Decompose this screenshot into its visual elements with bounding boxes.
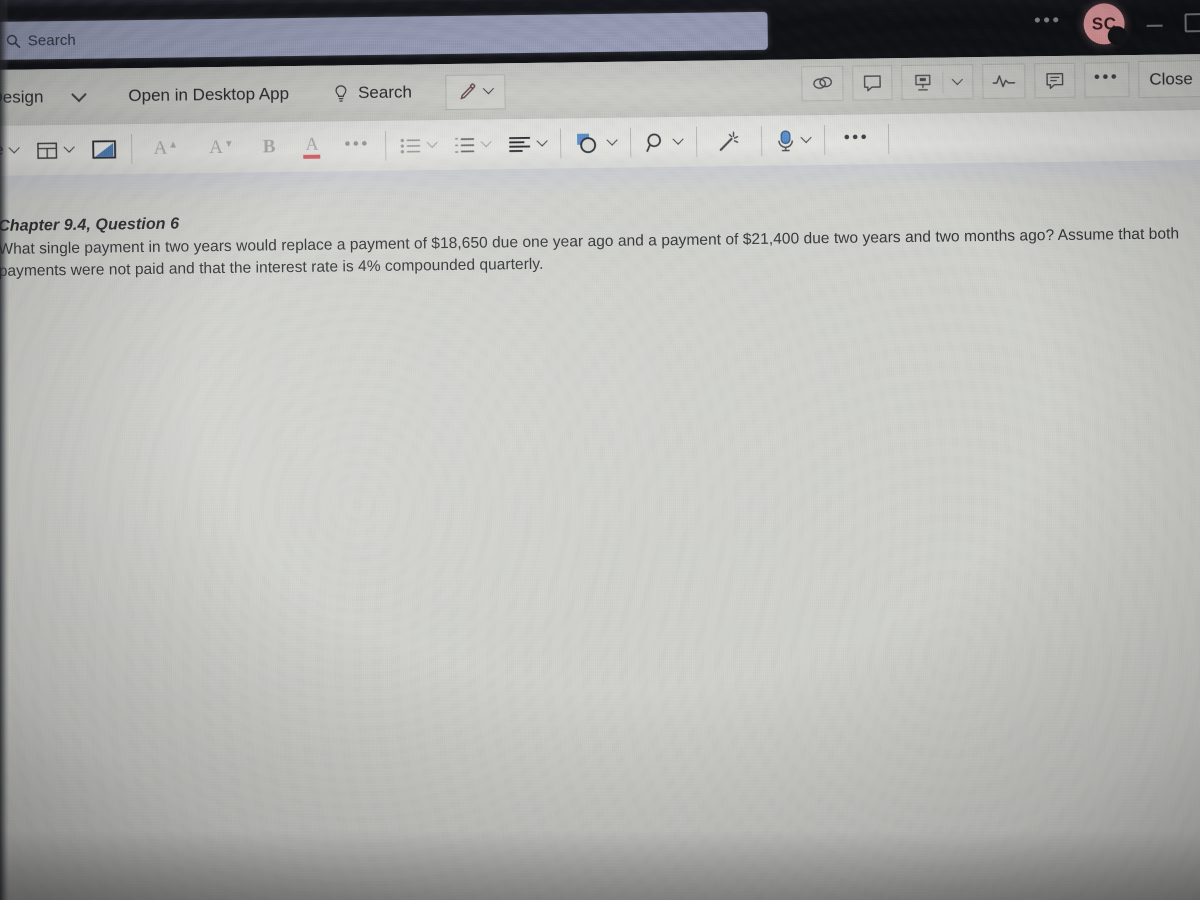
close-button[interactable]: Close [1138,59,1200,98]
feedback-icon[interactable] [1033,62,1076,99]
microphone-icon [777,129,793,151]
divider [131,134,133,165]
maximize-icon[interactable] [1184,13,1200,33]
bulleted-list-icon [400,138,420,153]
slide-canvas[interactable]: Chapter 9.4, Question 6 What single paym… [0,159,1200,900]
open-in-desktop-app-button[interactable]: Open in Desktop App [120,80,297,110]
font-more-button[interactable]: ••• [334,126,380,167]
tab-design[interactable]: Design [0,86,99,109]
header-overflow-icon[interactable]: ••• [1034,10,1062,38]
chevron-down-icon[interactable] [672,133,684,145]
search-input[interactable]: Search [0,11,768,60]
ribbon-right-tools: ••• Close [800,59,1200,102]
slide-textbox[interactable]: Chapter 9.4, Question 6 What single paym… [0,202,1200,283]
bullets-button[interactable] [391,125,446,166]
header-sheen [0,0,1200,9]
divider [760,125,763,156]
font-color-glyph: A [305,133,319,154]
slide-menu-label: ide [0,141,4,160]
chevron-down-icon[interactable] [606,134,618,146]
chevron-down-icon[interactable] [480,136,492,148]
slide-menu-button[interactable]: ide [0,131,28,172]
chevron-down-icon[interactable] [483,82,495,95]
numbered-list-icon [454,137,474,153]
search-command-label: Search [357,82,413,103]
chevron-down-icon[interactable] [951,73,963,85]
link-icon[interactable] [800,65,844,102]
search-input-value: Search [27,31,76,49]
editing-mode-button[interactable] [445,73,507,110]
activity-icon[interactable] [981,63,1026,100]
chevron-down-icon[interactable] [8,142,21,154]
grow-font-label: A▲ [153,137,179,159]
font-color-icon: A [303,133,321,159]
more-icon: ••• [1093,67,1120,87]
chevron-down-icon[interactable] [536,135,548,147]
shrink-font-label: A▼ [209,136,234,159]
screen-surface: Search ••• SC Design Open in Desktop App [0,0,1200,900]
shape-format-button[interactable] [82,129,127,170]
find-button[interactable] [636,122,692,163]
font-color-swatch [303,154,321,159]
link-glyph-icon [812,76,832,89]
pencil-icon [460,82,476,100]
comment-icon[interactable] [851,65,893,101]
designer-button[interactable] [702,121,757,162]
lightbulb-icon [335,84,346,102]
more-icon: ••• [344,133,370,153]
tab-design-label: Design [0,87,44,107]
magic-wand-icon [719,131,738,151]
chevron-down-icon[interactable] [63,141,76,153]
align-button[interactable] [499,124,556,165]
chevron-down-icon[interactable] [71,86,87,102]
close-button-label: Close [1149,68,1193,89]
activity-glyph-icon [992,75,1015,88]
divider [823,125,825,156]
chevron-down-icon[interactable] [426,136,438,149]
slide-layout-button[interactable] [27,130,83,171]
divider [941,71,944,94]
shapes-icon [576,133,596,154]
shape-format-icon [92,140,117,159]
comment-glyph-icon [863,74,881,91]
more-icon: ••• [843,126,870,147]
present-glyph-icon [914,74,931,91]
header-right-controls: ••• SC [1034,2,1200,45]
divider [629,127,632,158]
divider [384,130,387,161]
divider [559,128,562,159]
open-in-desktop-app-label: Open in Desktop App [128,84,290,106]
grow-font-button[interactable]: A▲ [137,128,193,169]
bold-label: B [262,136,276,158]
avatar[interactable]: SC [1083,3,1125,45]
font-color-button[interactable]: A [289,126,335,167]
feedback-glyph-icon [1045,72,1063,89]
search-icon [6,34,21,48]
dictate-button[interactable] [767,120,820,161]
divider [695,126,698,157]
shapes-button[interactable] [566,123,626,164]
minimize-icon[interactable] [1146,24,1163,27]
numbering-button[interactable] [445,124,500,165]
present-icon[interactable] [900,64,974,101]
bold-button[interactable]: B [249,127,290,168]
chevron-down-icon[interactable] [800,131,812,144]
align-left-icon [508,136,530,152]
divider [887,124,890,155]
search-command-button[interactable]: Search [325,78,420,107]
slide-layout-icon [37,142,58,159]
ribbon-more-button[interactable]: ••• [1083,62,1130,98]
laptop-screen-photo: Search ••• SC Design Open in Desktop App [0,0,1200,900]
toolbar-more-button[interactable]: ••• [830,119,884,160]
find-icon [646,133,661,152]
shrink-font-button[interactable]: A▼ [193,128,249,169]
